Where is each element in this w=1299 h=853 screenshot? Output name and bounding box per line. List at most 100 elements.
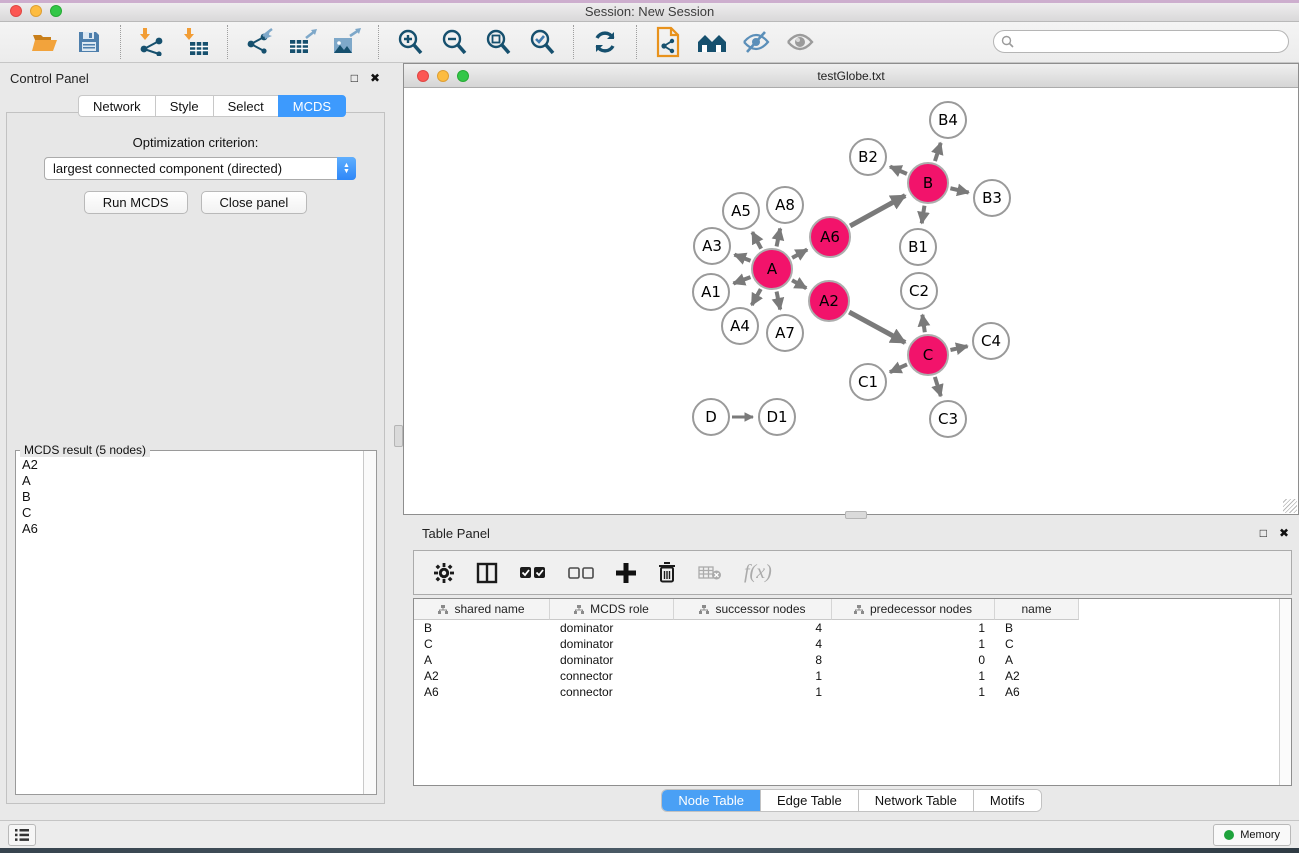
select-all-checkboxes-icon[interactable] [520, 566, 546, 580]
graph-edge-C-C2[interactable] [922, 315, 924, 332]
close-panel-icon[interactable]: ✖ [370, 71, 380, 85]
column-header-name[interactable]: name [995, 599, 1079, 620]
graph-node-A7[interactable]: A7 [766, 314, 804, 352]
table-settings-icon[interactable] [434, 563, 454, 583]
graph-edge-B-B4[interactable] [935, 143, 941, 161]
graph-edge-A-A5[interactable] [752, 232, 761, 249]
tab-network-table[interactable]: Network Table [859, 790, 974, 811]
graph-node-A2[interactable]: A2 [808, 280, 850, 322]
graph-edge-A-A2[interactable] [792, 280, 806, 288]
first-neighbors-icon[interactable] [695, 26, 729, 58]
column-header-predecessor-nodes[interactable]: predecessor nodes [832, 599, 995, 620]
result-item[interactable]: B [22, 489, 363, 505]
graph-node-A1[interactable]: A1 [692, 273, 730, 311]
refresh-view-icon[interactable] [588, 26, 622, 58]
open-file-icon[interactable] [28, 26, 62, 58]
graph-node-C3[interactable]: C3 [929, 400, 967, 438]
graph-edge-A-A8[interactable] [777, 229, 781, 247]
graph-edge-B-B3[interactable] [950, 188, 968, 192]
search-box[interactable] [993, 30, 1289, 53]
window-resize-grip[interactable] [1283, 499, 1297, 513]
zoom-fit-icon[interactable] [481, 26, 515, 58]
table-scrollbar[interactable] [1279, 599, 1291, 785]
result-item[interactable]: C [22, 505, 363, 521]
panel-splitter-handle[interactable] [394, 425, 403, 447]
graph-node-B2[interactable]: B2 [849, 138, 887, 176]
column-header-shared-name[interactable]: shared name [414, 599, 550, 620]
graph-edge-C-C4[interactable] [950, 346, 967, 350]
column-header-successor-nodes[interactable]: successor nodes [674, 599, 832, 620]
result-scrollbar[interactable] [363, 451, 376, 794]
export-image-icon[interactable] [330, 26, 364, 58]
zoom-selected-icon[interactable] [525, 26, 559, 58]
export-table-icon[interactable] [286, 26, 320, 58]
graph-edge-B-B1[interactable] [922, 206, 925, 224]
result-item[interactable]: A6 [22, 521, 363, 537]
zoom-in-icon[interactable] [393, 26, 427, 58]
graph-node-D[interactable]: D [692, 398, 730, 436]
memory-button[interactable]: Memory [1213, 824, 1291, 846]
network-from-selection-icon[interactable] [651, 26, 685, 58]
graph-edge-A6-B[interactable] [850, 196, 905, 226]
show-all-icon[interactable] [783, 26, 817, 58]
graph-node-A4[interactable]: A4 [721, 307, 759, 345]
import-table-icon[interactable] [179, 26, 213, 58]
graph-edge-A-A6[interactable] [792, 250, 807, 258]
delete-table-icon[interactable] [698, 565, 722, 581]
graph-node-C1[interactable]: C1 [849, 363, 887, 401]
table-row[interactable]: A6 connector 1 1 A6 [414, 684, 1291, 700]
network-canvas[interactable]: AA1A2A3A4A5A6A7A8BB1B2B3B4CC1C2C3C4DD1 [404, 88, 1298, 514]
graph-edge-A-A4[interactable] [752, 289, 761, 305]
float-panel-icon[interactable]: □ [351, 71, 358, 85]
optimization-criterion-dropdown[interactable]: largest connected component (directed) ▲… [44, 157, 356, 180]
graph-edge-A-A3[interactable] [734, 255, 750, 261]
graph-node-A5[interactable]: A5 [722, 192, 760, 230]
graph-node-C4[interactable]: C4 [972, 322, 1010, 360]
tab-edge-table[interactable]: Edge Table [761, 790, 859, 811]
table-row[interactable]: B dominator 4 1 B [414, 620, 1291, 636]
run-mcds-button[interactable]: Run MCDS [84, 191, 188, 214]
network-window-titlebar[interactable]: testGlobe.txt [404, 64, 1298, 88]
tab-network[interactable]: Network [78, 95, 155, 117]
column-header-mcds-role[interactable]: MCDS role [550, 599, 674, 620]
delete-columns-icon[interactable] [658, 562, 676, 583]
result-item[interactable]: A2 [22, 457, 363, 473]
float-table-panel-icon[interactable]: □ [1260, 526, 1267, 540]
graph-edge-A2-C[interactable] [849, 312, 905, 343]
graph-node-D1[interactable]: D1 [758, 398, 796, 436]
table-row[interactable]: C dominator 4 1 C [414, 636, 1291, 652]
graph-edge-A-A7[interactable] [777, 292, 781, 310]
graph-node-C[interactable]: C [907, 334, 949, 376]
zoom-out-icon[interactable] [437, 26, 471, 58]
column-visibility-icon[interactable] [476, 562, 498, 584]
table-row[interactable]: A dominator 8 0 A [414, 652, 1291, 668]
tab-style[interactable]: Style [155, 95, 213, 117]
graph-node-A[interactable]: A [751, 248, 793, 290]
show-panels-button[interactable] [8, 824, 36, 846]
graph-node-C2[interactable]: C2 [900, 272, 938, 310]
graph-edge-A-A1[interactable] [733, 277, 750, 283]
close-panel-button[interactable]: Close panel [201, 191, 308, 214]
add-column-icon[interactable] [616, 563, 636, 583]
graph-edge-C-C1[interactable] [890, 364, 907, 372]
graph-node-A6[interactable]: A6 [809, 216, 851, 258]
graph-node-A3[interactable]: A3 [693, 227, 731, 265]
graph-node-B[interactable]: B [907, 162, 949, 204]
graph-edge-B-B2[interactable] [890, 167, 907, 174]
graph-node-B3[interactable]: B3 [973, 179, 1011, 217]
result-item[interactable]: A [22, 473, 363, 489]
table-row[interactable]: A2 connector 1 1 A2 [414, 668, 1291, 684]
tab-motifs[interactable]: Motifs [974, 790, 1041, 811]
mcds-result-list[interactable]: A2 A B C A6 [17, 457, 363, 793]
hide-selected-icon[interactable] [739, 26, 773, 58]
graph-node-B1[interactable]: B1 [899, 228, 937, 266]
close-table-panel-icon[interactable]: ✖ [1279, 526, 1289, 540]
save-session-icon[interactable] [72, 26, 106, 58]
graph-edge-C-C3[interactable] [935, 377, 941, 396]
deselect-all-checkboxes-icon[interactable] [568, 566, 594, 580]
search-input[interactable] [1018, 33, 1288, 51]
tab-node-table[interactable]: Node Table [662, 790, 761, 811]
function-builder-icon[interactable]: f(x) [744, 561, 772, 584]
tab-mcds[interactable]: MCDS [278, 95, 346, 117]
graph-node-A8[interactable]: A8 [766, 186, 804, 224]
